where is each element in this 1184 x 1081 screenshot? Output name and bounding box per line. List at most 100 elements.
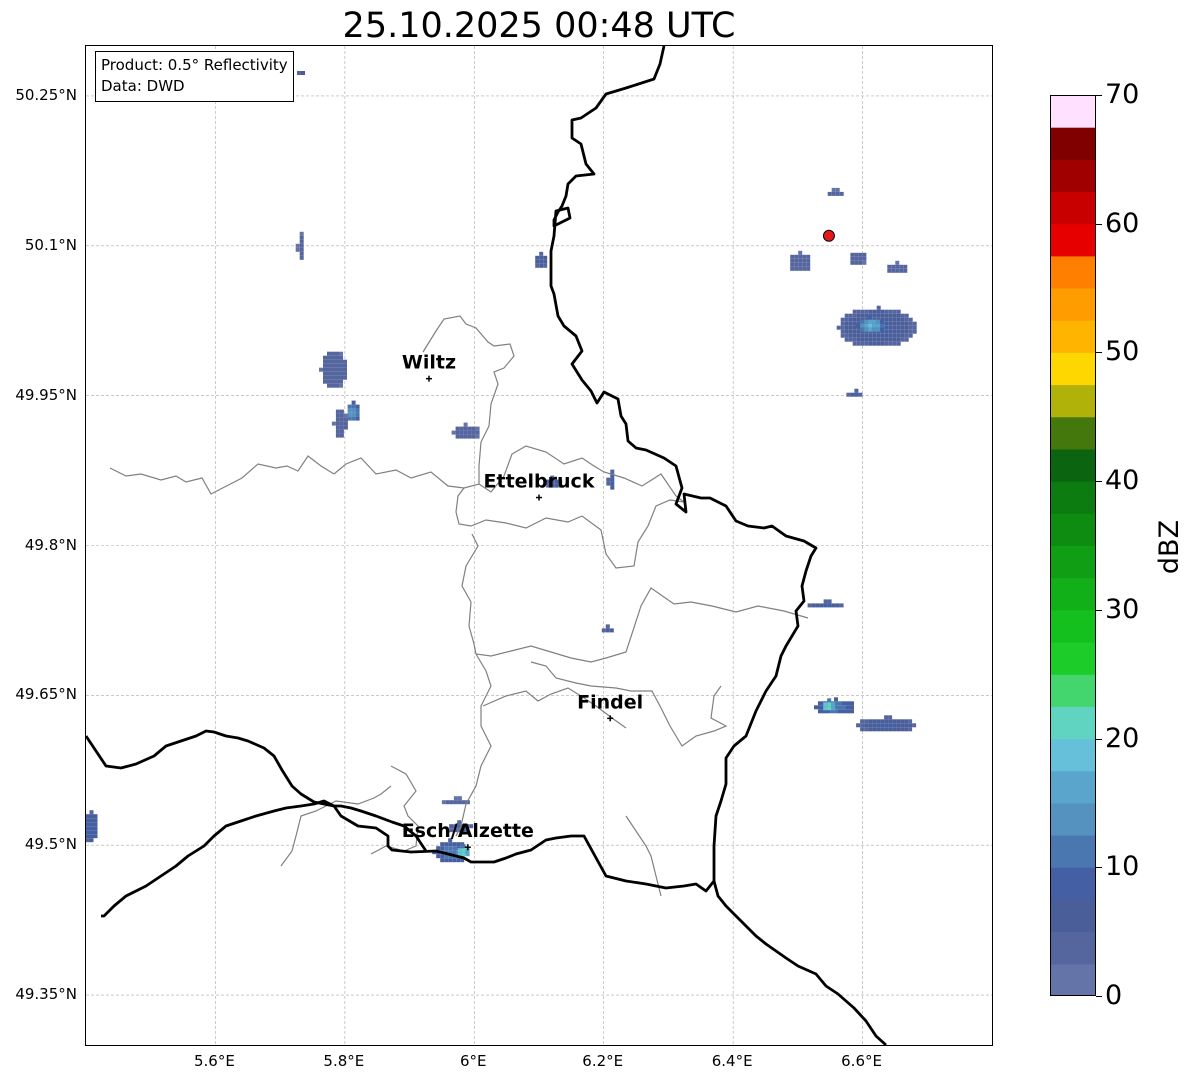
colorbar-segment-0 xyxy=(1050,963,1096,996)
echo-pixel xyxy=(86,822,90,827)
canton-border-southwest xyxy=(109,455,335,495)
echo-pixel xyxy=(872,341,877,346)
echo-pixel xyxy=(896,333,901,338)
colorbar-tick-label-0: 0 xyxy=(1105,980,1123,1011)
echo-pixel xyxy=(864,723,869,728)
echo-pixel xyxy=(347,404,352,409)
echo-pixel xyxy=(827,698,832,703)
echo-pixel xyxy=(888,313,893,318)
echo-pixel xyxy=(876,309,881,314)
echo-pixel xyxy=(343,413,348,418)
echo-pixel xyxy=(852,317,857,322)
echo-pixel xyxy=(457,800,462,805)
echo-pixel xyxy=(89,826,94,831)
echo-pixel xyxy=(327,371,331,376)
echo-pixel xyxy=(351,408,356,413)
echo-pixel xyxy=(798,250,803,255)
echo-pixel xyxy=(838,701,842,706)
echo-pixel xyxy=(827,702,832,707)
echo-pixel xyxy=(842,701,846,706)
echo-pixel xyxy=(891,264,896,269)
echo-pixel xyxy=(471,434,476,439)
echo-pixel xyxy=(856,723,861,728)
echo-pixel xyxy=(850,392,855,397)
echo-pixel xyxy=(884,329,889,334)
echo-pixel xyxy=(343,359,347,364)
echo-pixel xyxy=(892,321,897,326)
echo-pixel xyxy=(475,434,480,439)
echo-pixel xyxy=(335,425,340,430)
echo-pixel xyxy=(339,363,343,368)
echo-pixel xyxy=(846,709,850,714)
echo-pixel xyxy=(823,706,828,711)
echo-pixel xyxy=(838,705,842,710)
echo-pixel xyxy=(86,814,90,819)
echo-pixel xyxy=(299,247,304,252)
radar-map: Wiltz Ettelbruck Findel Esch/Alzette xyxy=(85,45,993,1046)
echo-pixel xyxy=(835,187,840,192)
echo-pixel xyxy=(880,719,885,724)
echo-pixel xyxy=(844,317,849,322)
echo-pixel xyxy=(89,830,94,835)
echo-pixel xyxy=(331,383,335,388)
echo-pixel xyxy=(880,333,885,338)
echo-pixel xyxy=(451,430,456,435)
canton-border-south-central xyxy=(461,533,809,663)
echo-pixel xyxy=(455,426,460,431)
echo-pixel xyxy=(864,727,869,732)
echo-pixel xyxy=(467,430,472,435)
echo-pixel xyxy=(904,723,909,728)
echo-pixel xyxy=(854,392,859,397)
echo-pixel xyxy=(858,392,863,397)
echo-pixel xyxy=(854,252,859,257)
radar-echo-24 xyxy=(86,810,98,843)
echo-pixel xyxy=(864,337,869,342)
echo-pixel xyxy=(839,191,844,196)
echo-pixel xyxy=(339,371,343,376)
echo-pixel xyxy=(887,268,892,273)
colorbar-tick-mark xyxy=(1096,739,1102,740)
echo-pixel xyxy=(535,263,540,268)
echo-pixel xyxy=(844,329,849,334)
canton-border-north-upper xyxy=(422,315,515,484)
echo-pixel xyxy=(884,317,889,322)
echo-pixel xyxy=(343,417,348,422)
echo-pixel xyxy=(343,363,347,368)
echo-pixel xyxy=(806,254,811,259)
colorbar-segment-5 xyxy=(1050,802,1096,836)
echo-pixel xyxy=(892,329,897,334)
echo-pixel xyxy=(355,416,360,421)
echo-pixel xyxy=(842,705,846,710)
echo-pixel xyxy=(343,375,347,380)
echo-pixel xyxy=(463,430,468,435)
echo-pixel xyxy=(798,258,803,263)
echo-pixel xyxy=(463,434,468,439)
echo-pixel xyxy=(445,800,450,805)
echo-pixel xyxy=(436,854,441,859)
colorbar xyxy=(1050,95,1096,996)
echo-pixel xyxy=(331,367,335,372)
echo-pixel xyxy=(339,359,343,364)
echo-pixel xyxy=(819,603,824,608)
echo-pixel xyxy=(850,260,855,265)
echo-pixel xyxy=(864,319,869,324)
colorbar-tick-label-6: 60 xyxy=(1105,207,1140,239)
colorbar-segment-10 xyxy=(1050,642,1096,675)
colorbar-tick-label-1: 10 xyxy=(1105,851,1140,883)
echo-pixel xyxy=(840,321,845,326)
echo-pixel xyxy=(856,313,861,318)
echo-pixel xyxy=(887,264,892,269)
echo-pixel xyxy=(610,477,615,482)
echo-pixel xyxy=(295,243,300,248)
echo-pixel xyxy=(884,341,889,346)
echo-pixel xyxy=(323,355,327,360)
map-title: 25.10.2025 00:48 UTC xyxy=(342,6,736,46)
echo-pixel xyxy=(818,705,822,710)
echo-pixel xyxy=(876,323,881,328)
colorbar-segment-17 xyxy=(1050,416,1096,450)
colorbar-segment-2 xyxy=(1050,899,1096,933)
echo-pixel xyxy=(453,800,458,805)
echo-pixel xyxy=(864,341,869,346)
echo-pixel xyxy=(900,325,905,330)
echo-pixel xyxy=(892,313,897,318)
